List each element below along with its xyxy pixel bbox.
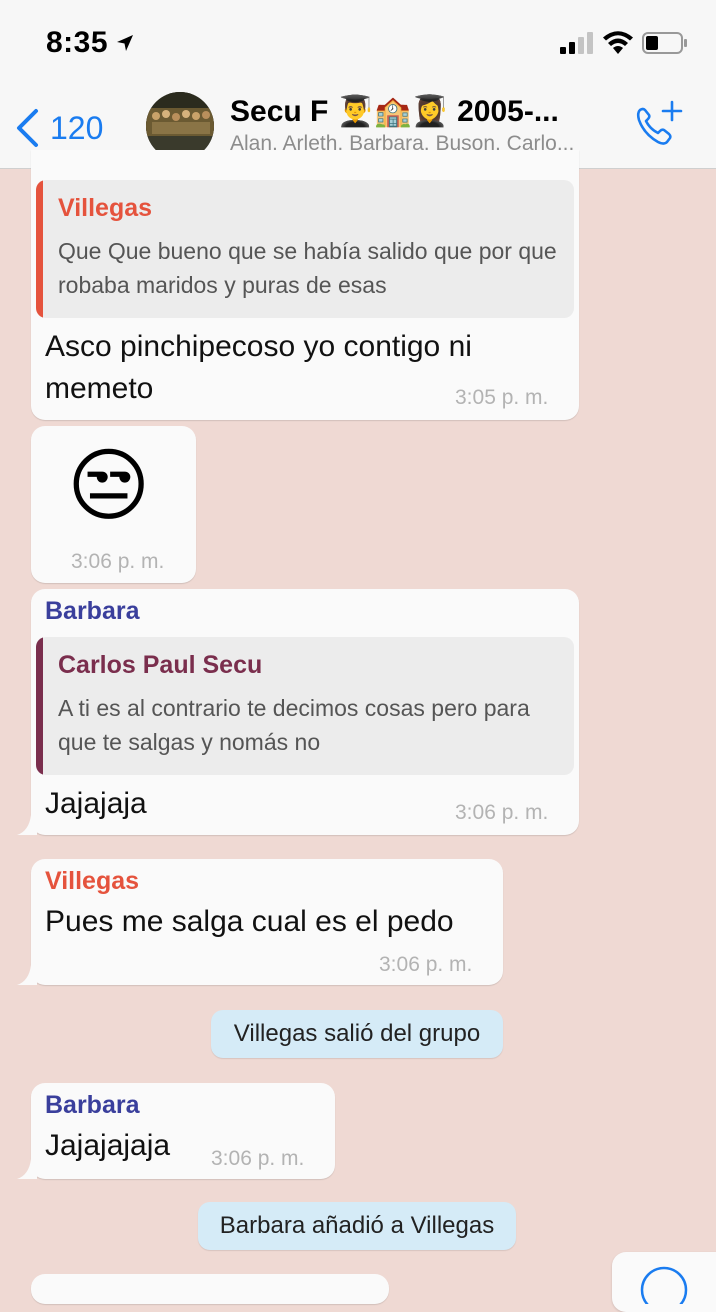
location-arrow-icon [117,35,133,51]
quoted-text: Que Que bueno que se había salido que po… [58,238,557,298]
smirk-emoji: 😒 [67,441,151,530]
quoted-sender: Carlos Paul Secu [58,651,263,679]
bubble-tail [17,1159,37,1179]
message-time: 3:06 p. m. [455,801,549,824]
group-name[interactable]: Secu F 👨‍🎓🏫👩‍🎓 2005-... [230,94,620,129]
message-bubble[interactable]: Barbara Jajajajaja 3:06 p. m. [17,1083,335,1179]
message-text: Pues me salga cual es el pedo [45,905,454,938]
message-bubble[interactable] [31,1274,389,1304]
bubble-tail [17,965,37,985]
message-bubble[interactable]: 😒 3:06 p. m. [31,426,196,583]
clock: 8:35 [46,26,109,59]
status-bar: 8:35 [0,0,716,88]
bubble-tail [17,815,37,835]
message-bubble[interactable]: Villegas Pues me salga cual es el pedo 3… [17,859,503,985]
chevron-left-icon [17,109,38,147]
cellular-signal-icon [560,32,593,54]
back-button[interactable]: 120 [14,106,103,150]
message-time: 3:06 p. m. [71,550,165,573]
message-time: 3:06 p. m. [379,953,473,976]
message-text: Jajajajaja [45,1129,171,1162]
message-time: 3:06 p. m. [211,1147,305,1170]
add-call-icon[interactable] [630,98,686,150]
quoted-message[interactable]: Villegas Que Que bueno que se había sali… [36,180,574,318]
message-bubble[interactable]: Villegas Que Que bueno que se había sali… [31,150,579,420]
quote-bar [36,637,43,775]
battery-icon [642,32,687,54]
message-bubble[interactable]: Barbara Carlos Paul Secu A ti es al cont… [17,589,579,835]
unread-count: 120 [50,109,104,146]
quoted-text: A ti es al contrario te decimos cosas pe… [58,695,530,755]
wifi-icon [603,31,633,54]
message-text: Jajajaja [45,787,147,820]
quoted-sender: Villegas [58,194,153,222]
quote-bar [36,180,43,318]
scroll-to-bottom-button[interactable] [612,1252,716,1312]
sender-name[interactable]: Barbara [45,1091,140,1120]
quoted-message[interactable]: Carlos Paul Secu A ti es al contrario te… [36,637,574,775]
chevron-down-icon [640,1266,688,1304]
sender-name[interactable]: Villegas [45,867,139,896]
message-time: 3:05 p. m. [455,386,549,409]
system-message: Villegas salió del grupo [211,1010,503,1058]
system-message: Barbara añadió a Villegas [198,1202,516,1250]
sender-name[interactable]: Barbara [45,597,140,626]
